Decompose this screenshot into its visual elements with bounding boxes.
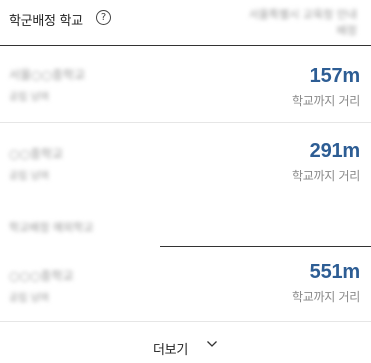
list-item[interactable]: ○○중학교 공립 남여 291m 학교까지 거리: [0, 123, 371, 201]
school-type: 공립 남여: [9, 171, 49, 182]
blurred-header-text: 배정: [336, 24, 357, 37]
panel-header: 학군배정 학교 ? 서울특별시 교육청 안내 배정: [0, 0, 371, 46]
distance-value: 157m: [309, 65, 361, 87]
list-item[interactable]: 서울○○중학교 공립 남여 157m 학교까지 거리: [0, 46, 371, 122]
distance-label: 학교까지 거리: [292, 290, 360, 304]
school-name: ○○○중학교: [9, 269, 74, 283]
list-item[interactable]: ○○○중학교 공립 남여 551m 학교까지 거리: [0, 247, 371, 321]
help-icon[interactable]: ?: [96, 10, 111, 25]
school-name: 서울○○중학교: [9, 68, 86, 82]
chevron-down-icon: [207, 341, 217, 347]
blurred-header-text: 서울특별시 교육청 안내: [248, 8, 357, 21]
school-type: 공립 남여: [9, 92, 49, 103]
distance-label: 학교까지 거리: [292, 169, 360, 183]
distance-label: 학교까지 거리: [292, 94, 360, 108]
school-name: ○○중학교: [9, 147, 64, 161]
distance-value: 291m: [309, 140, 361, 162]
show-more-label: 더보기: [153, 343, 188, 358]
show-more-button[interactable]: 더보기: [0, 321, 371, 363]
school-district-panel: 학군배정 학교 ? 서울특별시 교육청 안내 배정 서울○○중학교 공립 남여 …: [0, 0, 371, 362]
page-title: 학군배정 학교: [9, 14, 83, 29]
school-type: 공립 남여: [9, 293, 49, 304]
distance-value: 551m: [309, 261, 361, 283]
section-label: 학교배정 예외학교: [9, 221, 94, 234]
